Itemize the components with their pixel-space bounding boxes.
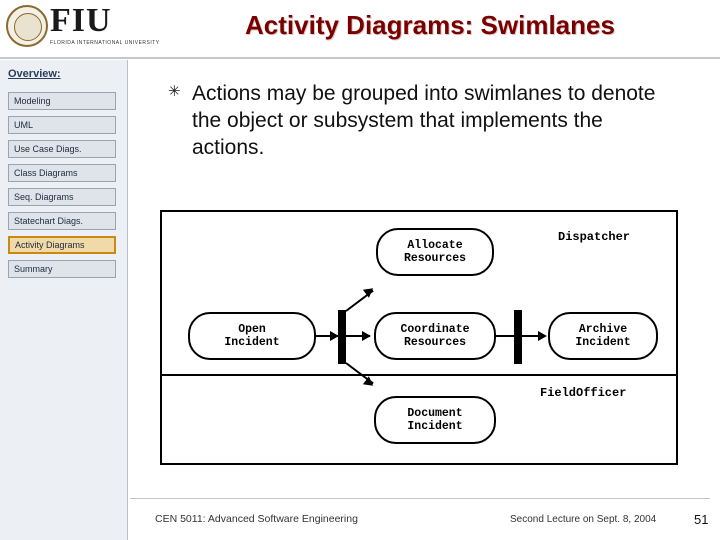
sidebar-item-class-diagrams[interactable]: Class Diagrams: [8, 164, 116, 182]
transition-arrowhead: [538, 331, 547, 341]
sidebar-item-activity-diagrams[interactable]: Activity Diagrams: [8, 236, 116, 254]
swimlane-label-dispatcher: Dispatcher: [558, 230, 631, 244]
swimlane-label-fieldofficer: FieldOfficer: [540, 386, 627, 400]
activity-line: Coordinate: [400, 323, 470, 336]
university-seal-inner: [14, 13, 42, 41]
activity-line: Allocate: [407, 239, 463, 252]
footer-course-label: CEN 5011: Advanced Software Engineering: [155, 513, 358, 525]
activity-line: Incident: [407, 420, 463, 433]
sidebar: Overview: Modeling UML Use Case Diags. C…: [0, 60, 128, 540]
sidebar-overview-label: Overview:: [8, 68, 61, 80]
logo-wordmark: FIU: [50, 2, 112, 39]
transition-line: [496, 335, 514, 337]
bullet-marker-icon: ✳: [168, 83, 181, 100]
activity-diagram: Dispatcher FieldOfficer Open Incident Al…: [160, 210, 678, 465]
activity-open-incident[interactable]: Open Incident: [188, 312, 316, 360]
activity-document-incident[interactable]: Document Incident: [374, 396, 496, 444]
footer-divider: [130, 498, 710, 499]
header-divider: [0, 57, 720, 59]
sidebar-item-seq-diagrams[interactable]: Seq. Diagrams: [8, 188, 116, 206]
sidebar-item-summary[interactable]: Summary: [8, 260, 116, 278]
fork-bar: [338, 310, 346, 364]
sidebar-item-uml[interactable]: UML: [8, 116, 116, 134]
transition-arrowhead: [330, 331, 339, 341]
transition-arrowhead: [362, 331, 371, 341]
join-bar: [514, 310, 522, 364]
slide-number: 51: [694, 512, 709, 527]
fiu-logo: FIU FLORIDA INTERNATIONAL UNIVERSITY: [4, 2, 159, 54]
sidebar-item-use-case-diagrams[interactable]: Use Case Diags.: [8, 140, 116, 158]
activity-line: Incident: [224, 336, 280, 349]
logo-subtitle: FLORIDA INTERNATIONAL UNIVERSITY: [50, 40, 160, 46]
sidebar-item-statechart-diagrams[interactable]: Statechart Diags.: [8, 212, 116, 230]
activity-allocate-resources[interactable]: Allocate Resources: [376, 228, 494, 276]
page-title: Activity Diagrams: Swimlanes: [245, 10, 615, 40]
activity-archive-incident[interactable]: Archive Incident: [548, 312, 658, 360]
university-seal-icon: [6, 5, 48, 47]
activity-line: Incident: [575, 336, 631, 349]
sidebar-item-modeling[interactable]: Modeling: [8, 92, 116, 110]
activity-line: Open: [238, 323, 266, 336]
activity-line: Resources: [403, 336, 467, 349]
activity-line: Resources: [403, 252, 467, 265]
activity-line: Document: [407, 407, 463, 420]
bullet-text: Actions may be grouped into swimlanes to…: [192, 82, 656, 159]
footer-lecture-label: Second Lecture on Sept. 8, 2004: [510, 514, 657, 525]
activity-coordinate-resources[interactable]: Coordinate Resources: [374, 312, 496, 360]
swimlane-divider: [162, 374, 676, 376]
slide-header: FIU FLORIDA INTERNATIONAL UNIVERSITY Act…: [0, 0, 720, 60]
activity-line: Archive: [578, 323, 628, 336]
